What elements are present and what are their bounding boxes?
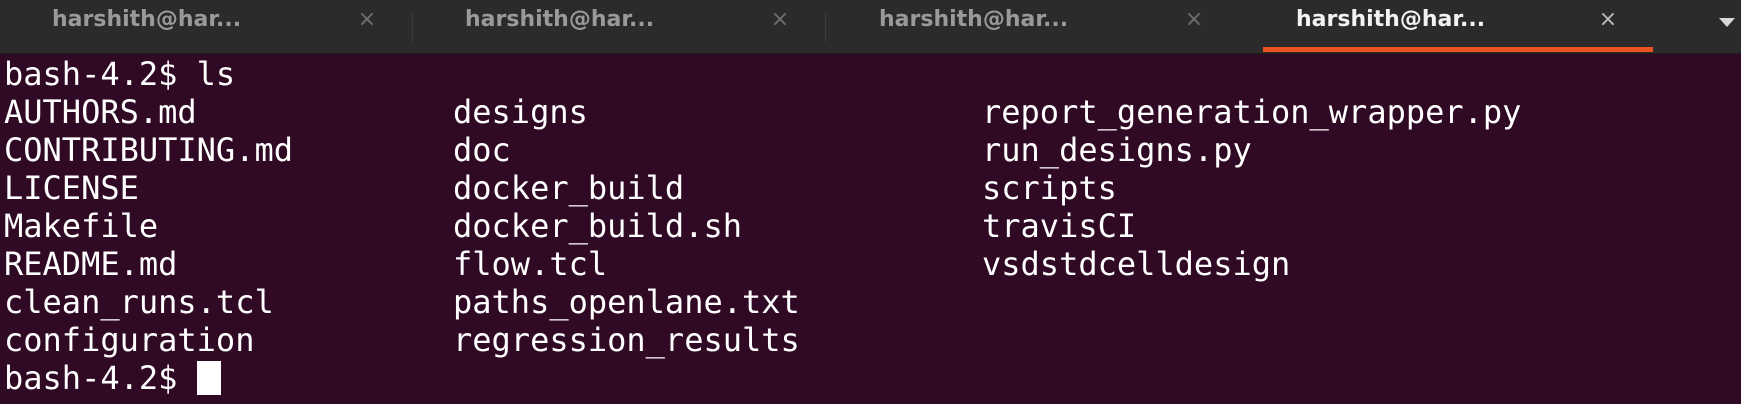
- listing-item: CONTRIBUTING.md: [4, 131, 293, 169]
- tab-bar: harshith@har... × harshith@har... × hars…: [0, 0, 1741, 54]
- listing-item: designs: [453, 93, 588, 131]
- tab-2-title: harshith@har...: [465, 7, 655, 32]
- listing-item: doc: [453, 131, 511, 169]
- listing-item: configuration: [4, 321, 255, 359]
- tab-2[interactable]: harshith@har... ×: [413, 0, 825, 54]
- tab-4-active[interactable]: harshith@har... ×: [1263, 0, 1653, 54]
- close-icon[interactable]: ×: [1596, 7, 1620, 33]
- listing-item: scripts: [982, 169, 1117, 207]
- listing-item: LICENSE: [4, 169, 139, 207]
- prompt-text: bash-4.2$: [4, 359, 197, 397]
- active-prompt-line[interactable]: bash-4.2$: [4, 359, 221, 397]
- terminal-output[interactable]: bash-4.2$ ls AUTHORS.md CONTRIBUTING.md …: [0, 54, 1741, 404]
- listing-item: README.md: [4, 245, 178, 283]
- chevron-down-icon[interactable]: [1719, 18, 1735, 27]
- listing-item: paths_openlane.txt: [453, 283, 800, 321]
- close-icon[interactable]: ×: [355, 7, 379, 33]
- close-icon[interactable]: ×: [1182, 7, 1206, 33]
- listing-item: AUTHORS.md: [4, 93, 197, 131]
- listing-item: report_generation_wrapper.py: [982, 93, 1522, 131]
- listing-item: Makefile: [4, 207, 159, 245]
- listing-item: travisCI: [982, 207, 1137, 245]
- close-icon[interactable]: ×: [768, 7, 792, 33]
- listing-item: docker_build: [453, 169, 685, 207]
- tab-1-title: harshith@har...: [52, 7, 242, 32]
- listing-item: vsdstdcelldesign: [982, 245, 1291, 283]
- listing-item: flow.tcl: [453, 245, 608, 283]
- tab-4-underline: [1263, 47, 1653, 52]
- tab-3[interactable]: harshith@har... ×: [826, 0, 1238, 54]
- command-line: bash-4.2$ ls: [4, 55, 236, 93]
- tab-3-title: harshith@har...: [879, 7, 1069, 32]
- tab-4-title: harshith@har...: [1296, 7, 1486, 32]
- listing-item: regression_results: [453, 321, 800, 359]
- listing-item: run_designs.py: [982, 131, 1252, 169]
- listing-item: clean_runs.tcl: [4, 283, 274, 321]
- tab-1[interactable]: harshith@har... ×: [0, 0, 412, 54]
- text-cursor: [196, 361, 221, 395]
- listing-item: docker_build.sh: [453, 207, 742, 245]
